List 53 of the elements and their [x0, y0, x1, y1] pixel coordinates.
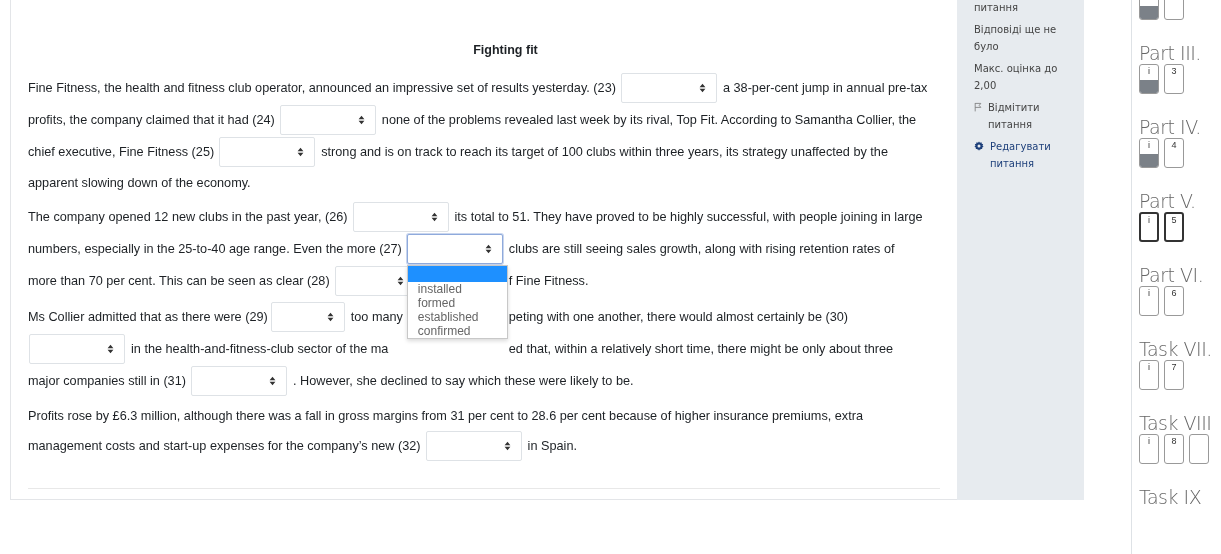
section-title: Part V. [1139, 190, 1197, 212]
question-nav-button[interactable]: i [1139, 138, 1159, 168]
passage-text: in the health-and-fitness-club sector of the ma [131, 342, 389, 356]
passage-text: f Fine Fitness. [508, 274, 589, 288]
question-nav-button[interactable]: i [1139, 212, 1159, 242]
question-nav-button[interactable]: 6 [1164, 286, 1184, 316]
answer-status: Відповіді ще не було [974, 23, 1058, 54]
question-nav-button[interactable]: i [1139, 64, 1159, 94]
question-nav-button[interactable]: 5 [1164, 212, 1184, 242]
max-grade: Макс. оцінка до 2,00 [974, 62, 1059, 93]
passage-title: Fighting fit [473, 43, 538, 57]
passage-text: Fine Fitness, the health and fitness club operator, announced an impressive set of results yesterday. (23) [28, 81, 616, 95]
passage-text: numbers, especially in the 25-to-40 age range. Even the more (27) [28, 242, 402, 256]
passage-text: profits, the company claimed that it had (24) [28, 113, 275, 127]
dropdown-option[interactable]: confirmed [407, 324, 507, 338]
question-nav-button[interactable]: 3 [1164, 64, 1184, 94]
passage-text: apparent slowing down of the economy. [28, 175, 251, 190]
question-nav-button[interactable]: 8 [1164, 434, 1184, 464]
question-nav-button[interactable]: i [1139, 286, 1159, 316]
passage-text: strong and is on track to reach its target of 100 clubs within three years, its strategy unaffected by the [321, 145, 888, 159]
passage-text: too many [350, 310, 403, 324]
dropdown-option[interactable]: installed [407, 282, 507, 296]
question-nav-button[interactable]: 7 [1164, 360, 1184, 390]
passage-text: more than 70 per cent. This can be seen as clear (28) [28, 274, 330, 288]
section-title: Part VI. [1139, 264, 1205, 286]
dropdown-option[interactable]: established [407, 310, 507, 324]
passage-text: . However, she declined to say which these were likely to be. [292, 374, 634, 388]
question-nav-button[interactable]: i [1139, 360, 1159, 390]
question-label: питання [974, 2, 1020, 13]
dropdown-list[interactable]: installed formed established confirmed [406, 265, 508, 339]
passage-text: peting with one another, there would almost certainly be (30) [508, 310, 849, 324]
section-title: Task VIII [1139, 412, 1213, 434]
edit-question-link[interactable]: Редагувати питання [990, 138, 1072, 172]
passage-text: The company opened 12 new clubs in the past year, (26) [28, 210, 348, 224]
question-nav-button[interactable]: 4 [1164, 138, 1184, 168]
passage-text: chief executive, Fine Fitness (25) [28, 145, 215, 159]
passage-text: none of the problems revealed last week by its rival, Top Fit. According to Samantha Collier, the [381, 113, 917, 127]
passage-text: major companies still in (31) [28, 374, 186, 388]
section-title: Part III. [1139, 42, 1202, 64]
passage-text: a 38-per-cent jump in annual pre-tax [722, 81, 928, 95]
passage-text: management costs and start-up expenses for the company’s new (32) [28, 439, 421, 453]
section-title: Task IX [1139, 486, 1203, 508]
passage-text: clubs are still seeing sales growth, along with rising retention rates of [508, 242, 895, 256]
passage-text: Ms Collier admitted that as there were (29) [28, 310, 268, 324]
section-title: Task VII. [1139, 338, 1213, 360]
passage-text: Profits rose by £6.3 million, although there was a fall in gross margins from 31 per cent to 28.6 per cent because of higher insurance premiums, extra [28, 408, 863, 423]
dropdown-option[interactable]: formed [407, 296, 507, 310]
section-title: Part IV. [1139, 116, 1202, 138]
passage-text: ed that, within a relatively short time, there might be only about three [508, 342, 894, 356]
question-nav-button[interactable]: i [1139, 434, 1159, 464]
passage-text: its total to 51. They have proved to be highly successful, with people joining in large [454, 210, 923, 224]
flag-question-link[interactable]: Відмітити питання [988, 99, 1072, 133]
passage-text: in Spain. [527, 439, 577, 453]
